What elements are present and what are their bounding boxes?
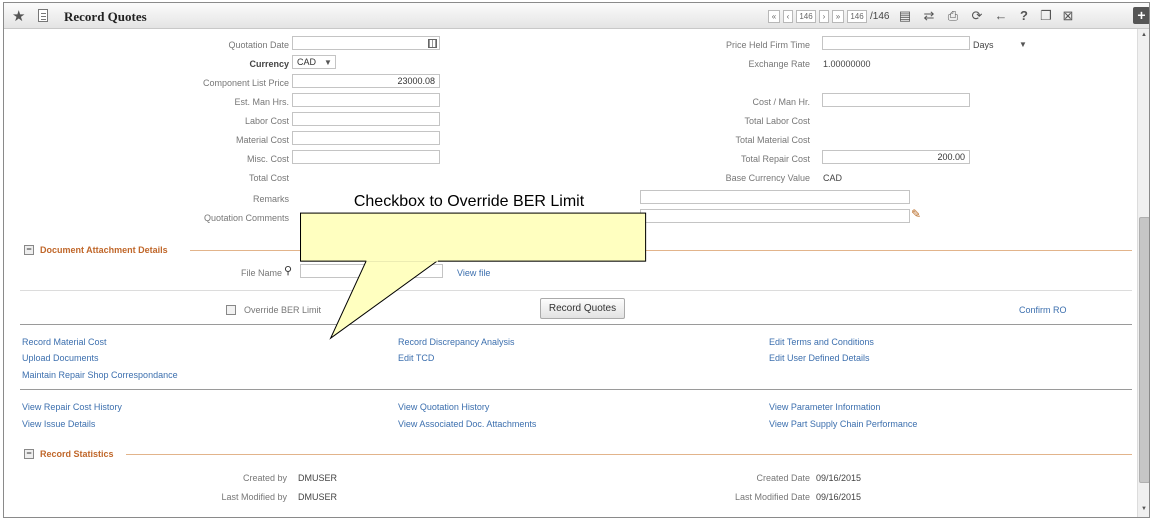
quotation-comments-label: Quotation Comments — [203, 213, 289, 223]
currency-label: Currency — [249, 59, 289, 69]
page-title: Record Quotes — [64, 9, 147, 24]
edit-user-defined-details-link[interactable]: Edit User Defined Details — [769, 353, 870, 363]
base-currency-value-label: Base Currency Value — [725, 173, 810, 183]
divider — [20, 389, 1132, 390]
first-record-button[interactable]: « — [768, 10, 780, 23]
file-name-label: File Name — [240, 268, 282, 278]
material-cost-field[interactable] — [292, 131, 440, 145]
next-record-button[interactable]: › — [819, 10, 829, 23]
price-held-unit-select[interactable]: Days — [973, 40, 994, 50]
document-attachment-section-title: Document Attachment Details — [40, 245, 168, 255]
toggle-icon[interactable]: ⇄ — [921, 8, 937, 24]
component-list-price-label: Component List Price — [202, 78, 289, 88]
record-material-cost-link[interactable]: Record Material Cost — [22, 337, 107, 347]
last-modified-by-value: DMUSER — [298, 492, 338, 502]
material-cost-label: Material Cost — [235, 135, 289, 145]
grid-icon[interactable]: + — [1133, 7, 1149, 24]
record-total: /146 — [870, 11, 890, 22]
vertical-scrollbar[interactable]: ▲ ▼ — [1137, 29, 1149, 517]
star-icon[interactable]: ★ — [12, 7, 25, 25]
edit-tcd-link[interactable]: Edit TCD — [398, 353, 434, 363]
scroll-up-icon[interactable]: ▲ — [1141, 32, 1147, 38]
view-repair-cost-history-link[interactable]: View Repair Cost History — [22, 402, 122, 412]
scroll-thumb[interactable] — [1139, 217, 1149, 483]
unit-chevron-down-icon[interactable]: ▼ — [1019, 40, 1027, 49]
misc-cost-field[interactable] — [292, 150, 440, 164]
remarks-label: Remarks — [252, 194, 289, 204]
list-view-icon[interactable]: ▤ — [897, 8, 913, 24]
override-ber-limit-checkbox[interactable] — [226, 305, 236, 315]
est-man-hrs-label: Est. Man Hrs. — [234, 97, 289, 107]
quotation-date-field[interactable] — [292, 36, 440, 50]
back-icon[interactable]: ← — [993, 8, 1009, 24]
calendar-icon[interactable] — [428, 39, 437, 48]
currency-chevron-down-icon[interactable]: ▼ — [324, 58, 332, 67]
created-by-value: DMUSER — [298, 473, 338, 483]
labor-cost-field[interactable] — [292, 112, 440, 126]
help-icon[interactable]: ? — [1016, 8, 1032, 24]
quotation-comments-field[interactable] — [640, 209, 910, 223]
view-parameter-information-link[interactable]: View Parameter Information — [769, 402, 880, 412]
created-date-value: 09/16/2015 — [816, 473, 862, 483]
price-held-firm-time-label: Price Held Firm Time — [725, 40, 810, 50]
total-cost-label: Total Cost — [248, 173, 289, 183]
quotation-date-label: Quotation Date — [228, 40, 289, 50]
callout-annotation — [300, 212, 647, 340]
window-icon[interactable]: ❐ — [1038, 8, 1054, 24]
upload-documents-link[interactable]: Upload Documents — [22, 353, 99, 363]
document-icon — [38, 9, 48, 22]
view-quotation-history-link[interactable]: View Quotation History — [398, 402, 489, 412]
cost-per-man-hr-field[interactable] — [822, 93, 970, 107]
exchange-rate-value: 1.00000000 — [823, 59, 871, 69]
current-record-input[interactable]: 146 — [796, 10, 816, 23]
collapse-icon[interactable]: − — [24, 449, 34, 459]
last-modified-by-label: Last Modified by — [221, 492, 287, 502]
total-material-cost-label: Total Material Cost — [735, 135, 810, 145]
print-icon[interactable]: ⎙ — [945, 8, 961, 24]
confirm-ro-link[interactable]: Confirm RO — [1019, 305, 1067, 315]
created-by-label: Created by — [242, 473, 287, 483]
close-window-icon[interactable]: ⊠ — [1060, 8, 1076, 24]
refresh-icon[interactable]: ⟳ — [969, 8, 985, 24]
cost-per-man-hr-label: Cost / Man Hr. — [752, 97, 810, 107]
edit-comments-icon[interactable]: ✎ — [911, 207, 921, 221]
scroll-down-icon[interactable]: ▼ — [1141, 506, 1147, 512]
est-man-hrs-field[interactable] — [292, 93, 440, 107]
total-repair-cost-label: Total Repair Cost — [740, 154, 810, 164]
component-list-price-field[interactable]: 23000.08 — [292, 74, 440, 88]
base-currency-value: CAD — [823, 173, 843, 183]
record-statistics-section-title: Record Statistics — [40, 449, 114, 459]
last-record-button[interactable]: » — [832, 10, 844, 23]
total-labor-cost-label: Total Labor Cost — [744, 116, 810, 126]
created-date-label: Created Date — [756, 473, 810, 483]
divider — [20, 324, 1132, 325]
last-modified-date-value: 09/16/2015 — [816, 492, 862, 502]
search-icon[interactable]: ⚲ — [284, 264, 292, 277]
prev-record-button[interactable]: ‹ — [783, 10, 793, 23]
override-ber-limit-label: Override BER Limit — [244, 305, 322, 315]
total-repair-cost-field[interactable]: 200.00 — [822, 150, 970, 164]
maintain-repair-shop-correspondance-link[interactable]: Maintain Repair Shop Correspondance — [22, 370, 178, 380]
collapse-icon[interactable]: − — [24, 245, 34, 255]
callout-box — [300, 212, 647, 262]
view-issue-details-link[interactable]: View Issue Details — [22, 419, 95, 429]
last-modified-date-label: Last Modified Date — [734, 492, 810, 502]
labor-cost-label: Labor Cost — [244, 116, 289, 126]
edit-terms-and-conditions-link[interactable]: Edit Terms and Conditions — [769, 337, 874, 347]
view-part-supply-chain-performance-link[interactable]: View Part Supply Chain Performance — [769, 419, 917, 429]
exchange-rate-label: Exchange Rate — [748, 59, 810, 69]
title-bar: ★ Record Quotes « ‹ 146 › » 146 /146 ▤ ⇄… — [4, 3, 1149, 29]
remarks-field[interactable] — [640, 190, 910, 204]
view-associated-doc-attachments-link[interactable]: View Associated Doc. Attachments — [398, 419, 536, 429]
goto-record-input[interactable]: 146 — [847, 10, 867, 23]
record-discrepancy-analysis-link[interactable]: Record Discrepancy Analysis — [398, 337, 515, 347]
price-held-firm-time-field[interactable] — [822, 36, 970, 50]
section-divider — [126, 454, 1132, 455]
misc-cost-label: Misc. Cost — [246, 154, 289, 164]
